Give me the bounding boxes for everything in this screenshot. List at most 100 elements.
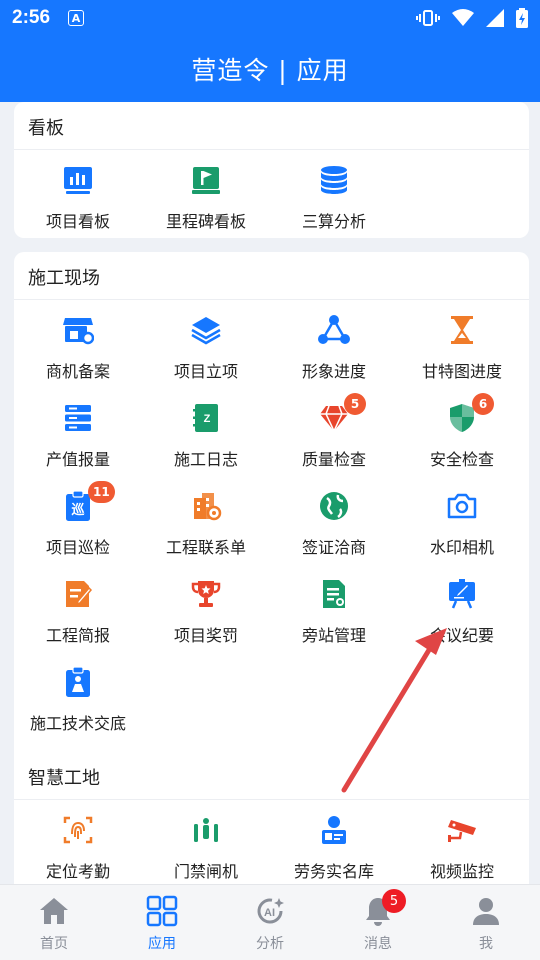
kanban-card: 看板 项目看板 里程碑看板 三算分析 <box>14 102 529 238</box>
grid-item-business-filing[interactable]: 商机备案 <box>14 314 142 394</box>
grid-item-safety-inspection[interactable]: 6 安全检查 <box>398 393 526 482</box>
grid-item-label: 质量检查 <box>301 450 366 469</box>
fingerprint-icon <box>63 816 93 844</box>
grid-item-quality-inspection[interactable]: 5 质量检查 <box>270 393 398 482</box>
grid-item-label: 签证洽商 <box>301 538 366 557</box>
grid-item-contact-sheet[interactable]: 工程联系单 <box>142 490 270 570</box>
edit-document-icon <box>66 581 93 607</box>
svg-text:AI: AI <box>264 907 275 919</box>
bottom-tab-bar: 首页 应用 AI 分析 5 消息 我 <box>0 884 540 960</box>
grid-item-construction-log[interactable]: Z 施工日志 <box>142 402 270 482</box>
camera-icon <box>447 493 477 519</box>
kanban-section-title: 看板 <box>28 118 64 139</box>
page-title: 营造令 | 应用 <box>191 56 349 85</box>
grid-item-label: 三算分析 <box>301 212 366 231</box>
turnstile-people-icon <box>194 818 218 842</box>
grid-item-image-progress[interactable]: 形象进度 <box>270 314 398 394</box>
grid-item-label: 商机备案 <box>45 362 110 381</box>
grid-item-label: 项目看板 <box>45 212 110 231</box>
main-content[interactable]: 看板 项目看板 里程碑看板 三算分析 施工现场 商机备案 项目立项 形象进度 甘… <box>0 102 540 884</box>
buildings-link-icon <box>194 493 222 521</box>
grid-item-technical-briefing[interactable]: 施工技术交底 <box>14 666 142 746</box>
grid-item-location-attendance[interactable]: 定位考勤 <box>14 814 142 884</box>
grid-item-label: 项目奖罚 <box>173 626 238 645</box>
grid-item-project-brief[interactable]: 工程简报 <box>14 578 142 658</box>
tab-messages[interactable]: 5 消息 <box>324 885 432 960</box>
grid-item-video-monitoring[interactable]: 视频监控 <box>398 814 526 884</box>
grid-item-meeting-minutes[interactable]: 会议纪要 <box>398 578 526 658</box>
grid-item-project-dashboard[interactable]: 项目看板 <box>14 164 142 244</box>
grid-item-label: 劳务实名库 <box>293 862 374 881</box>
app-header: 营造令 | 应用 <box>0 36 540 102</box>
document-badge-icon <box>323 580 345 608</box>
grid-item-label: 项目立项 <box>173 362 238 381</box>
tab-label: 消息 <box>364 936 392 952</box>
grid-item-labor-registry[interactable]: 劳务实名库 <box>270 814 398 884</box>
tab-me[interactable]: 我 <box>432 885 540 960</box>
grid-item-label: 项目巡检 <box>45 538 110 557</box>
tab-analysis[interactable]: AI 分析 <box>216 885 324 960</box>
tab-label: 我 <box>479 936 493 952</box>
grid-item-watermark-camera[interactable]: 水印相机 <box>398 490 526 570</box>
smart-section-title: 智慧工地 <box>28 768 100 789</box>
construction-site-card: 施工现场 商机备案 项目立项 形象进度 甘特图进度 产值报量 Z 施工日志 5 … <box>14 252 529 838</box>
signal-icon <box>486 9 504 27</box>
grid-item-label: 施工技术交底 <box>29 714 126 733</box>
svg-text:巡: 巡 <box>71 502 84 518</box>
grid-item-label: 产值报量 <box>45 450 110 469</box>
grid-item-three-calc-analysis[interactable]: 三算分析 <box>270 164 398 244</box>
network-nodes-icon <box>318 315 350 344</box>
quality-count-badge: 5 <box>344 393 366 415</box>
grid-item-project-approval[interactable]: 项目立项 <box>142 314 270 394</box>
smart-divider <box>14 799 529 800</box>
milestone-flag-icon <box>192 167 220 194</box>
grid-item-label: 安全检查 <box>429 450 494 469</box>
grid-item-project-patrol[interactable]: 巡 11 项目巡检 <box>14 481 142 570</box>
grid-item-label: 门禁闸机 <box>173 862 238 881</box>
svg-text:Z: Z <box>204 413 211 425</box>
notebook-icon: Z <box>193 404 218 432</box>
kanban-divider <box>14 149 529 150</box>
trophy-icon <box>191 581 221 607</box>
cctv-camera-icon <box>448 820 476 842</box>
meeting-board-icon <box>449 579 475 609</box>
smart-site-card: 智慧工地 定位考勤 门禁闸机 劳务实名库 视频监控 <box>14 752 529 884</box>
tab-home[interactable]: 首页 <box>0 885 108 960</box>
status-icons <box>416 8 528 28</box>
grid-item-rewards-penalties[interactable]: 项目奖罚 <box>142 578 270 658</box>
tab-label: 分析 <box>256 936 284 952</box>
grid-item-label: 形象进度 <box>301 362 366 381</box>
grid-item-output-report[interactable]: 产值报量 <box>14 402 142 482</box>
status-bar: 2:56 A <box>0 0 540 36</box>
layers-icon <box>191 317 221 345</box>
dashboard-chart-icon <box>64 167 92 194</box>
database-icon <box>321 166 347 194</box>
user-icon <box>473 898 499 925</box>
store-gear-icon <box>63 318 94 345</box>
home-icon <box>40 898 68 924</box>
grid-item-access-gate[interactable]: 门禁闸机 <box>142 814 270 884</box>
grid-item-milestone-dashboard[interactable]: 里程碑看板 <box>142 164 270 244</box>
worker-clipboard-icon <box>66 666 90 697</box>
safety-count-badge: 6 <box>472 393 494 415</box>
grid-item-gantt-progress[interactable]: 甘特图进度 <box>398 314 526 394</box>
grid-item-visa-negotiation[interactable]: 签证洽商 <box>270 490 398 570</box>
tab-label: 应用 <box>148 936 176 952</box>
globe-icon <box>320 492 348 520</box>
grid-apps-icon <box>146 895 178 927</box>
vibrate-icon <box>416 10 440 26</box>
site-section-title: 施工现场 <box>28 268 100 289</box>
grid-item-label: 旁站管理 <box>301 626 366 645</box>
grid-item-label: 工程联系单 <box>165 538 246 557</box>
grid-item-label: 定位考勤 <box>45 862 110 881</box>
grid-item-side-station[interactable]: 旁站管理 <box>270 578 398 658</box>
grid-item-label: 施工日志 <box>173 450 238 469</box>
grid-item-label: 工程简报 <box>45 626 110 645</box>
site-divider <box>14 299 529 300</box>
tab-apps[interactable]: 应用 <box>108 885 216 960</box>
hourglass-icon <box>451 316 473 344</box>
grid-item-label: 水印相机 <box>429 538 494 557</box>
patrol-count-badge: 11 <box>88 481 115 503</box>
worker-id-icon <box>322 816 346 844</box>
status-time: 2:56 <box>12 7 51 28</box>
